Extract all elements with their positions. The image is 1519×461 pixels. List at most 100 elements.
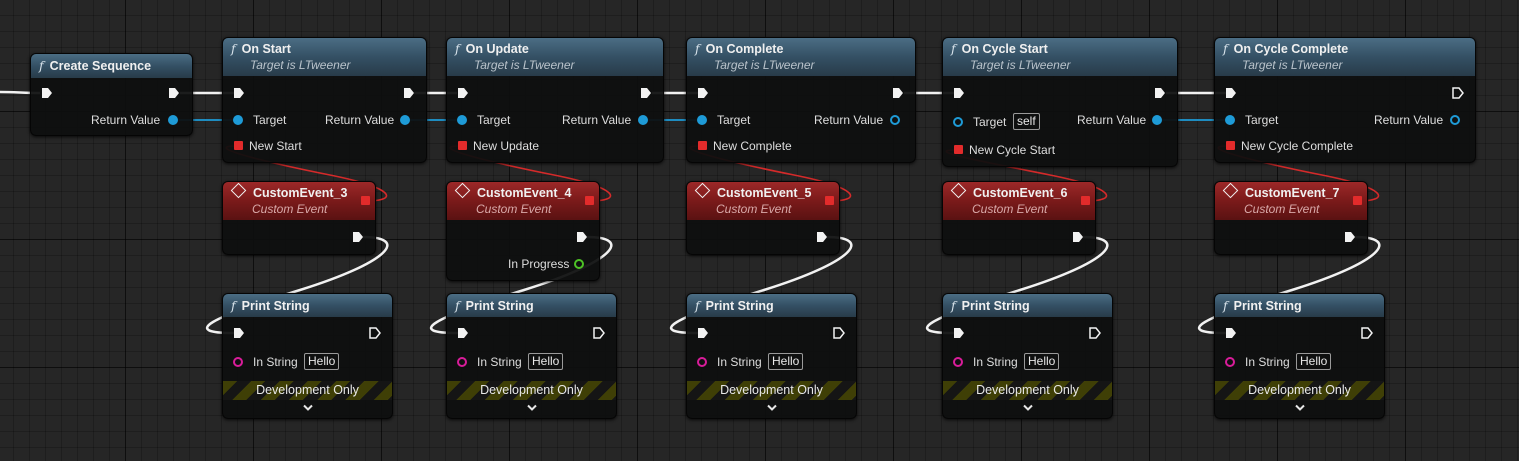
node-header: f On Cycle Start Target is LTweener xyxy=(943,38,1177,76)
return-value-pin[interactable] xyxy=(400,115,410,125)
function-icon: f xyxy=(455,298,460,313)
exec-in-pin[interactable] xyxy=(41,87,53,99)
return-value-label: Return Value xyxy=(1077,113,1147,127)
exec-out-pin[interactable] xyxy=(593,327,605,339)
node-header: CustomEvent_7 Custom Event xyxy=(1215,182,1367,220)
node-header: CustomEvent_3 Custom Event xyxy=(223,182,375,220)
custom-event-3-node[interactable]: CustomEvent_3 Custom Event xyxy=(222,181,376,255)
exec-out-pin[interactable] xyxy=(369,327,381,339)
in-string-value[interactable]: Hello xyxy=(304,353,340,370)
chevron-down-icon[interactable] xyxy=(1294,404,1306,412)
node-subtitle: Target is LTweener xyxy=(474,58,575,72)
exec-out-pin[interactable] xyxy=(1344,231,1356,243)
in-string-pin[interactable] xyxy=(1225,357,1235,367)
in-string-pin[interactable] xyxy=(233,357,243,367)
node-header: f On Cycle Complete Target is LTweener xyxy=(1215,38,1475,76)
exec-in-pin[interactable] xyxy=(457,327,469,339)
in-string-label: In String xyxy=(717,355,762,369)
delegate-out-pin[interactable] xyxy=(1081,196,1090,205)
function-icon: f xyxy=(231,298,236,313)
node-subtitle: Custom Event xyxy=(716,202,792,216)
return-value-label: Return Value xyxy=(91,113,161,127)
target-pin[interactable] xyxy=(697,115,707,125)
development-only-label: Development Only xyxy=(976,383,1079,397)
exec-in-pin[interactable] xyxy=(1225,327,1237,339)
exec-out-pin[interactable] xyxy=(576,231,588,243)
delegate-out-pin[interactable] xyxy=(825,196,834,205)
exec-out-pin[interactable] xyxy=(833,327,845,339)
exec-out-pin[interactable] xyxy=(1154,87,1166,99)
exec-out-pin[interactable] xyxy=(1452,87,1464,99)
delegate-pin[interactable] xyxy=(954,145,963,154)
chevron-down-icon[interactable] xyxy=(766,404,778,412)
development-only-banner: Development Only xyxy=(223,381,392,400)
node-title: Print String xyxy=(241,299,310,313)
event-param-label: New Update xyxy=(473,139,540,153)
exec-out-pin[interactable] xyxy=(1072,231,1084,243)
delegate-pin[interactable] xyxy=(1226,141,1235,150)
exec-in-pin[interactable] xyxy=(697,327,709,339)
delegate-pin[interactable] xyxy=(458,141,467,150)
node-header: f Print String xyxy=(687,294,856,317)
chevron-down-icon[interactable] xyxy=(526,404,538,412)
exec-in-pin[interactable] xyxy=(953,87,965,99)
delegate-out-pin[interactable] xyxy=(1353,196,1362,205)
exec-out-pin[interactable] xyxy=(1361,327,1373,339)
in-string-value[interactable]: Hello xyxy=(768,353,804,370)
node-header: f Print String xyxy=(943,294,1112,317)
target-label: Target xyxy=(1245,113,1279,127)
exec-out-pin[interactable] xyxy=(1089,327,1101,339)
node-title: Print String xyxy=(705,299,774,313)
exec-in-pin[interactable] xyxy=(457,87,469,99)
return-value-pin[interactable] xyxy=(1450,115,1460,125)
return-value-pin[interactable] xyxy=(638,115,648,125)
delegate-pin[interactable] xyxy=(698,141,707,150)
return-value-pin[interactable] xyxy=(168,115,178,125)
target-pin[interactable] xyxy=(1225,115,1235,125)
delegate-pin[interactable] xyxy=(234,141,243,150)
in-string-pin[interactable] xyxy=(457,357,467,367)
target-label: Target xyxy=(973,115,1007,129)
custom-event-5-node[interactable]: CustomEvent_5 Custom Event xyxy=(686,181,840,255)
exec-in-pin[interactable] xyxy=(953,327,965,339)
chevron-down-icon[interactable] xyxy=(302,404,314,412)
exec-out-pin[interactable] xyxy=(168,87,180,99)
development-only-banner: Development Only xyxy=(1215,381,1384,400)
exec-in-pin[interactable] xyxy=(233,327,245,339)
in-string-value[interactable]: Hello xyxy=(528,353,564,370)
node-subtitle: Custom Event xyxy=(1244,202,1320,216)
exec-out-pin[interactable] xyxy=(640,87,652,99)
function-icon: f xyxy=(231,41,236,56)
custom-event-6-node[interactable]: CustomEvent_6 Custom Event xyxy=(942,181,1096,255)
exec-in-pin[interactable] xyxy=(233,87,245,99)
node-title: On Cycle Complete xyxy=(1233,42,1349,56)
event-diamond-icon xyxy=(694,182,711,199)
return-value-pin[interactable] xyxy=(1152,115,1162,125)
target-pin[interactable] xyxy=(233,115,243,125)
target-pin[interactable] xyxy=(953,117,963,127)
delegate-out-pin[interactable] xyxy=(361,196,370,205)
function-icon: f xyxy=(695,298,700,313)
in-string-value[interactable]: Hello xyxy=(1024,353,1060,370)
exec-out-pin[interactable] xyxy=(816,231,828,243)
exec-out-pin[interactable] xyxy=(403,87,415,99)
node-title: Print String xyxy=(1233,299,1302,313)
target-pin[interactable] xyxy=(457,115,467,125)
in-string-value[interactable]: Hello xyxy=(1296,353,1332,370)
target-label: Target xyxy=(477,113,511,127)
return-value-pin[interactable] xyxy=(890,115,900,125)
exec-out-pin[interactable] xyxy=(352,231,364,243)
exec-in-pin[interactable] xyxy=(1225,87,1237,99)
exec-out-pin[interactable] xyxy=(892,87,904,99)
custom-event-7-node[interactable]: CustomEvent_7 Custom Event xyxy=(1214,181,1368,255)
target-default-value[interactable]: self xyxy=(1013,113,1040,130)
exec-in-pin[interactable] xyxy=(697,87,709,99)
in-string-pin[interactable] xyxy=(953,357,963,367)
development-only-banner: Development Only xyxy=(687,381,856,400)
delegate-out-pin[interactable] xyxy=(585,196,594,205)
node-subtitle: Target is LTweener xyxy=(250,58,351,72)
in-string-pin[interactable] xyxy=(697,357,707,367)
chevron-down-icon[interactable] xyxy=(1022,404,1034,412)
in-progress-pin[interactable] xyxy=(574,259,584,269)
development-only-label: Development Only xyxy=(1248,383,1351,397)
